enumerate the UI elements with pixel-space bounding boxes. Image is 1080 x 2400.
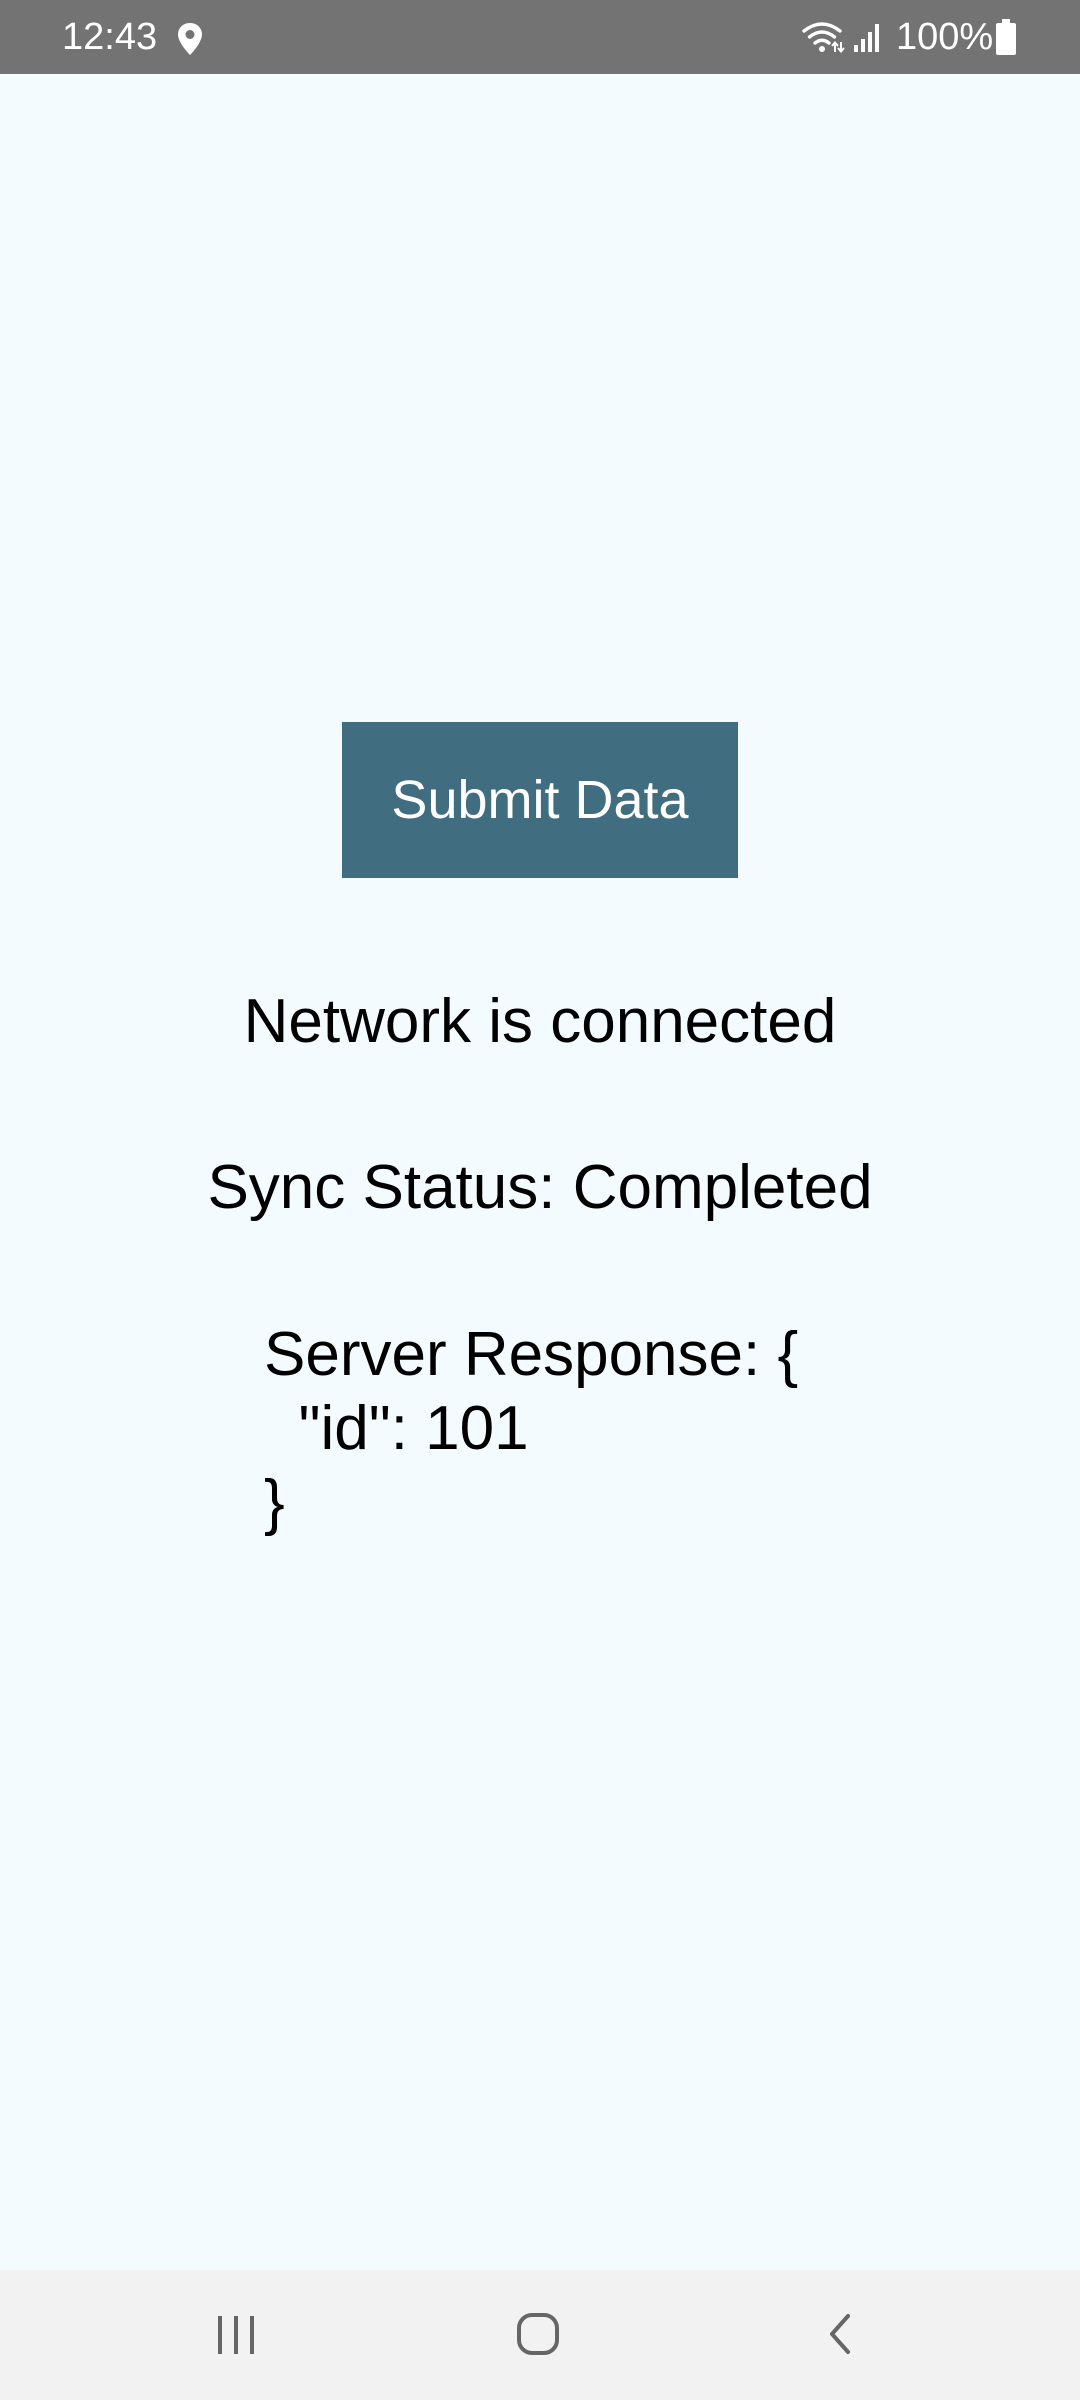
status-bar: 12:43 100% <box>0 0 1080 74</box>
back-icon[interactable] <box>822 2310 858 2358</box>
network-status-text: Network is connected <box>243 987 837 1056</box>
battery-icon <box>996 19 1016 55</box>
status-time: 12:43 <box>62 16 158 58</box>
main-content: Submit Data Network is connected Sync St… <box>0 74 1080 2270</box>
home-icon[interactable] <box>514 2310 562 2358</box>
signal-icon <box>854 24 879 52</box>
server-response-text: Server Response: { "id": 101 } <box>264 1320 799 1537</box>
battery-percentage: 100% <box>896 16 994 58</box>
sync-status-text: Sync Status: Completed <box>207 1153 873 1222</box>
recents-icon[interactable] <box>214 2312 258 2358</box>
navigation-bar <box>0 2270 1080 2400</box>
wifi-icon <box>802 22 845 54</box>
submit-data-button[interactable]: Submit Data <box>342 722 738 878</box>
location-icon <box>178 23 202 55</box>
